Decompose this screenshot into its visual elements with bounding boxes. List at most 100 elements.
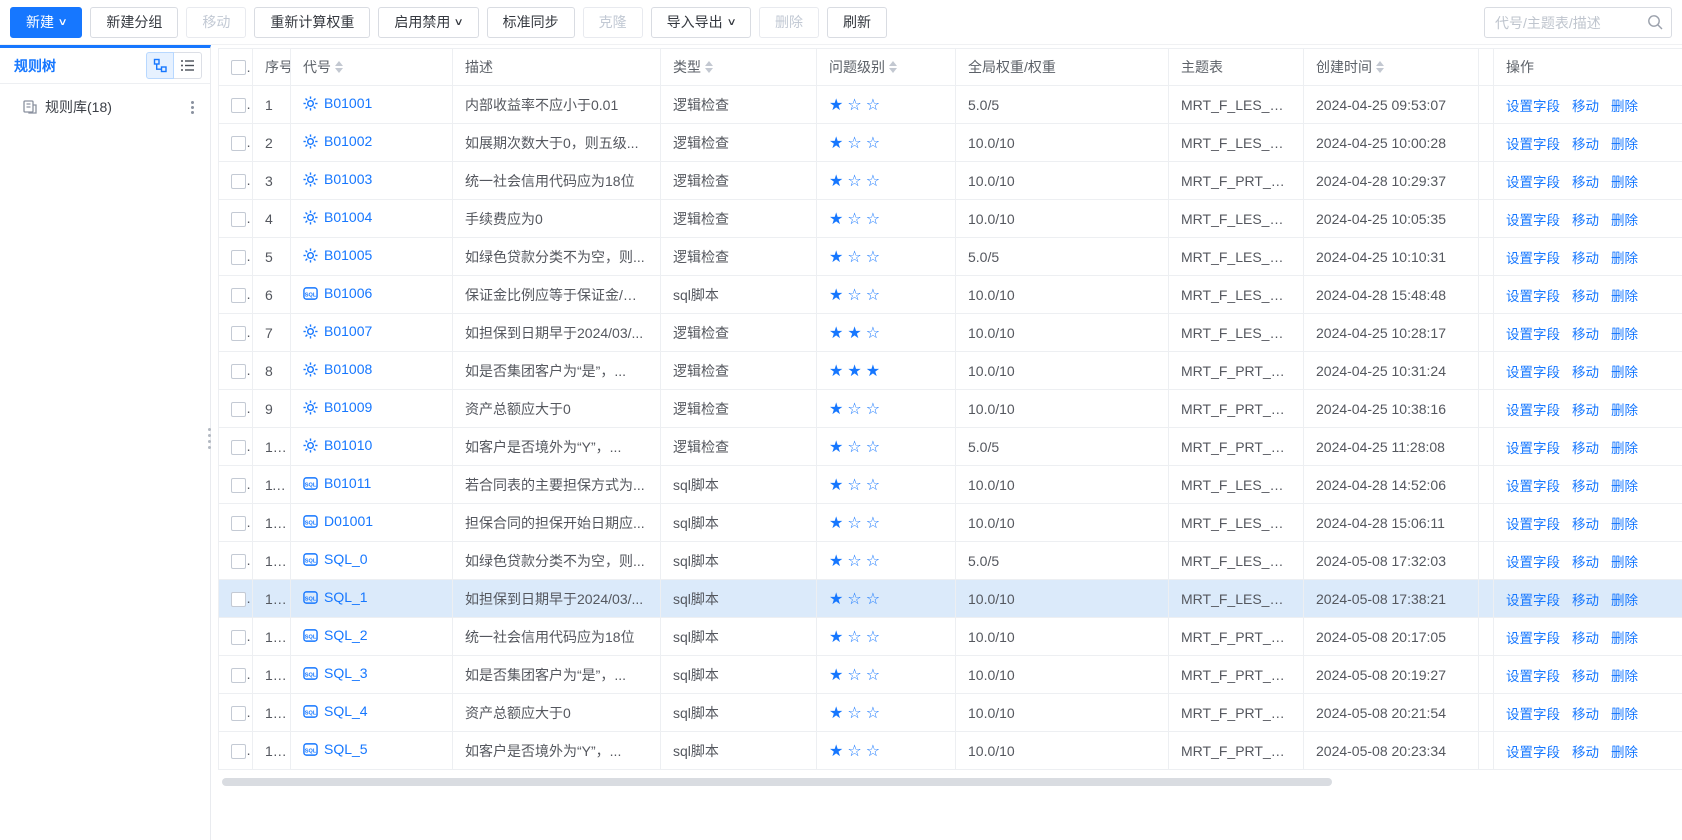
set-fields-link[interactable]: 设置字段: [1506, 171, 1560, 191]
row-checkbox[interactable]: [231, 326, 246, 341]
panel-resize-handle[interactable]: [208, 428, 211, 449]
set-fields-link[interactable]: 设置字段: [1506, 361, 1560, 381]
rule-code-link[interactable]: SQLSQL_2: [303, 627, 368, 643]
tree-item-menu-icon[interactable]: [185, 97, 200, 118]
column-header-1[interactable]: 代号: [291, 49, 453, 86]
search-input[interactable]: [1484, 7, 1672, 38]
rule-code-link[interactable]: SQLB01011: [303, 475, 371, 491]
delete-link[interactable]: 删除: [1611, 285, 1638, 305]
toolbar-button-1[interactable]: 新建分组: [90, 7, 178, 38]
delete-link[interactable]: 删除: [1611, 95, 1638, 115]
set-fields-link[interactable]: 设置字段: [1506, 209, 1560, 229]
move-link[interactable]: 移动: [1572, 361, 1599, 381]
delete-link[interactable]: 删除: [1611, 323, 1638, 343]
set-fields-link[interactable]: 设置字段: [1506, 551, 1560, 571]
rule-code-link[interactable]: B01009: [303, 399, 372, 415]
set-fields-link[interactable]: 设置字段: [1506, 247, 1560, 267]
horizontal-scrollbar[interactable]: [222, 778, 1332, 786]
rule-code-link[interactable]: B01002: [303, 133, 372, 149]
row-checkbox[interactable]: [231, 630, 246, 645]
move-link[interactable]: 移动: [1572, 437, 1599, 457]
rule-code-link[interactable]: B01005: [303, 247, 372, 263]
set-fields-link[interactable]: 设置字段: [1506, 513, 1560, 533]
move-link[interactable]: 移动: [1572, 323, 1599, 343]
rule-code-link[interactable]: SQLSQL_5: [303, 741, 368, 757]
rule-code-link[interactable]: B01003: [303, 171, 372, 187]
row-checkbox[interactable]: [231, 364, 246, 379]
row-checkbox[interactable]: [231, 402, 246, 417]
delete-link[interactable]: 删除: [1611, 703, 1638, 723]
row-checkbox[interactable]: [231, 744, 246, 759]
delete-link[interactable]: 删除: [1611, 171, 1638, 191]
rule-code-link[interactable]: B01007: [303, 323, 372, 339]
move-link[interactable]: 移动: [1572, 475, 1599, 495]
delete-link[interactable]: 删除: [1611, 133, 1638, 153]
row-checkbox[interactable]: [231, 136, 246, 151]
column-header-4[interactable]: 问题级别: [817, 49, 956, 86]
set-fields-link[interactable]: 设置字段: [1506, 323, 1560, 343]
move-link[interactable]: 移动: [1572, 285, 1599, 305]
set-fields-link[interactable]: 设置字段: [1506, 133, 1560, 153]
toolbar-button-3[interactable]: 重新计算权重: [254, 7, 370, 38]
move-link[interactable]: 移动: [1572, 627, 1599, 647]
toolbar-button-9[interactable]: 刷新: [827, 7, 887, 38]
delete-link[interactable]: 删除: [1611, 475, 1638, 495]
row-checkbox[interactable]: [231, 478, 246, 493]
rule-code-link[interactable]: SQLSQL_3: [303, 665, 368, 681]
tab-rule-tree[interactable]: 规则树: [14, 56, 56, 76]
tree-item-rule-library[interactable]: 规则库(18): [0, 90, 210, 124]
toolbar-button-0[interactable]: 新建∨: [10, 7, 82, 38]
row-checkbox[interactable]: [231, 706, 246, 721]
toolbar-button-7[interactable]: 导入导出∨: [651, 7, 751, 38]
rule-code-link[interactable]: B01001: [303, 95, 372, 111]
move-link[interactable]: 移动: [1572, 399, 1599, 419]
rule-code-link[interactable]: B01008: [303, 361, 372, 377]
list-view-button[interactable]: [174, 52, 202, 79]
move-link[interactable]: 移动: [1572, 741, 1599, 761]
row-checkbox[interactable]: [231, 440, 246, 455]
set-fields-link[interactable]: 设置字段: [1506, 741, 1560, 761]
set-fields-link[interactable]: 设置字段: [1506, 95, 1560, 115]
delete-link[interactable]: 删除: [1611, 209, 1638, 229]
set-fields-link[interactable]: 设置字段: [1506, 399, 1560, 419]
move-link[interactable]: 移动: [1572, 589, 1599, 609]
delete-link[interactable]: 删除: [1611, 247, 1638, 267]
move-link[interactable]: 移动: [1572, 247, 1599, 267]
move-link[interactable]: 移动: [1572, 171, 1599, 191]
rule-code-link[interactable]: SQLSQL_4: [303, 703, 368, 719]
rule-code-link[interactable]: SQLB01006: [303, 285, 372, 301]
move-link[interactable]: 移动: [1572, 95, 1599, 115]
move-link[interactable]: 移动: [1572, 133, 1599, 153]
rule-code-link[interactable]: B01010: [303, 437, 372, 453]
row-checkbox[interactable]: [231, 174, 246, 189]
set-fields-link[interactable]: 设置字段: [1506, 627, 1560, 647]
move-link[interactable]: 移动: [1572, 665, 1599, 685]
move-link[interactable]: 移动: [1572, 209, 1599, 229]
column-header-3[interactable]: 类型: [661, 49, 817, 86]
tree-view-button[interactable]: [146, 52, 174, 79]
delete-link[interactable]: 删除: [1611, 627, 1638, 647]
set-fields-link[interactable]: 设置字段: [1506, 703, 1560, 723]
rule-code-link[interactable]: SQLD01001: [303, 513, 373, 529]
set-fields-link[interactable]: 设置字段: [1506, 475, 1560, 495]
row-checkbox[interactable]: [231, 668, 246, 683]
set-fields-link[interactable]: 设置字段: [1506, 665, 1560, 685]
delete-link[interactable]: 删除: [1611, 513, 1638, 533]
rule-code-link[interactable]: B01004: [303, 209, 372, 225]
delete-link[interactable]: 删除: [1611, 741, 1638, 761]
toolbar-button-5[interactable]: 标准同步: [487, 7, 575, 38]
toolbar-button-4[interactable]: 启用禁用∨: [378, 7, 478, 38]
delete-link[interactable]: 删除: [1611, 551, 1638, 571]
row-checkbox[interactable]: [231, 98, 246, 113]
rule-code-link[interactable]: SQLSQL_0: [303, 551, 368, 567]
delete-link[interactable]: 删除: [1611, 361, 1638, 381]
set-fields-link[interactable]: 设置字段: [1506, 437, 1560, 457]
row-checkbox[interactable]: [231, 592, 246, 607]
rule-code-link[interactable]: SQLSQL_1: [303, 589, 368, 605]
row-checkbox[interactable]: [231, 288, 246, 303]
select-all-checkbox[interactable]: [231, 60, 246, 75]
row-checkbox[interactable]: [231, 554, 246, 569]
move-link[interactable]: 移动: [1572, 551, 1599, 571]
column-header-7[interactable]: 创建时间: [1304, 49, 1479, 86]
row-checkbox[interactable]: [231, 212, 246, 227]
